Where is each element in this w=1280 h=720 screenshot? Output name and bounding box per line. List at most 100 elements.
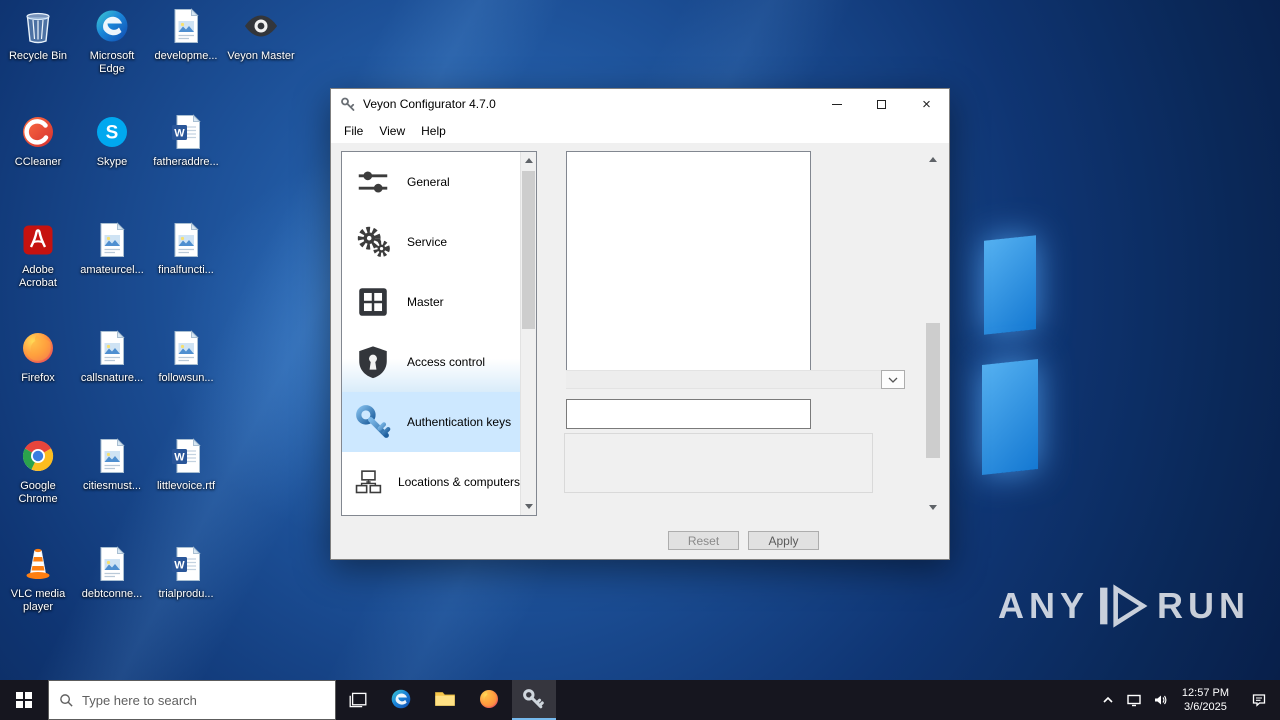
sidebar-item-general[interactable]: General <box>342 152 520 212</box>
menu-view[interactable]: View <box>371 121 413 141</box>
computers-icon <box>354 463 383 501</box>
search-input[interactable] <box>82 692 325 708</box>
desktop-icon-label: followsun... <box>158 372 214 384</box>
close-button[interactable]: × <box>904 89 949 119</box>
task-view-button[interactable] <box>336 680 380 720</box>
maximize-icon <box>877 99 886 109</box>
desktop-icon-label: fatheraddre... <box>153 156 219 168</box>
key-list-box[interactable] <box>566 151 811 371</box>
desktop-icon-google-chrome[interactable]: Google Chrome <box>1 436 75 506</box>
text-field[interactable] <box>566 399 811 429</box>
window-title: Veyon Configurator 4.7.0 <box>363 97 496 111</box>
desktop-icon-label: debtconne... <box>81 588 143 600</box>
action-center-button[interactable] <box>1238 680 1280 720</box>
word-icon: W <box>166 544 206 584</box>
firefox-icon <box>477 687 503 713</box>
chevron-up-icon <box>1103 696 1113 703</box>
taskbar-app-veyon-key[interactable] <box>512 680 556 720</box>
desktop-icon-finalfuncti[interactable]: finalfuncti... <box>149 220 223 277</box>
desktop-icon-label: developme... <box>154 50 218 62</box>
minimize-icon <box>831 103 842 105</box>
taskbar-clock[interactable]: 12:57 PM 3/6/2025 <box>1173 680 1238 720</box>
volume-tray-button[interactable] <box>1147 680 1173 720</box>
sidebar-items: General Service Master Access control Authen… <box>342 152 520 515</box>
desktop-icon-followsun[interactable]: followsun... <box>149 328 223 385</box>
sidebar-item-service[interactable]: Service <box>342 212 520 272</box>
settings-category-list[interactable]: General Service Master Access control Authen… <box>341 151 537 516</box>
desktop-icon-adobe-acrobat[interactable]: Adobe Acrobat <box>1 220 75 290</box>
scrollbar-down-arrow[interactable] <box>521 498 536 515</box>
scrollbar-track[interactable] <box>925 168 941 499</box>
chrome-icon <box>18 436 58 476</box>
reset-button[interactable]: Reset <box>668 531 739 550</box>
sidebar-item-master[interactable]: Master <box>342 272 520 332</box>
desktop-icon-fatheraddre[interactable]: Wfatheraddre... <box>149 112 223 169</box>
volume-icon <box>1154 695 1167 705</box>
desktop-icon-callsnature[interactable]: callsnature... <box>75 328 149 385</box>
svg-text:W: W <box>174 560 185 572</box>
menu-bar: File View Help <box>331 119 949 143</box>
maximize-button[interactable] <box>859 89 904 119</box>
scrollbar-up-arrow[interactable] <box>521 152 536 169</box>
desktop-icon-littlevoice-rtf[interactable]: Wlittlevoice.rtf <box>149 436 223 493</box>
desktop-icon-vlc-media-player[interactable]: VLC media player <box>1 544 75 614</box>
sidebar-item-label: Access control <box>407 355 486 369</box>
desktop-icon-ccleaner[interactable]: CCleaner <box>1 112 75 169</box>
start-button[interactable] <box>0 680 48 720</box>
sidebar-item-access-control[interactable]: Access control <box>342 332 520 392</box>
sidebar-scrollbar[interactable] <box>520 152 536 515</box>
dropdown-button[interactable] <box>881 370 905 389</box>
doc-icon <box>92 328 132 368</box>
taskbar-app-explorer[interactable] <box>424 680 468 720</box>
taskbar-search[interactable] <box>48 680 336 720</box>
explorer-icon <box>433 687 459 713</box>
desktop-icon-label: littlevoice.rtf <box>156 480 216 492</box>
scrollbar-track[interactable] <box>521 169 536 498</box>
sidebar-item-authentication-keys[interactable]: Authentication keys <box>342 392 520 452</box>
veyon-eye-icon <box>241 6 281 46</box>
desktop-icon-label: Firefox <box>21 372 55 384</box>
hidden-icons-chevron[interactable] <box>1095 680 1121 720</box>
menu-file[interactable]: File <box>336 121 371 141</box>
apply-button[interactable]: Apply <box>748 531 819 550</box>
recycle-bin-icon <box>18 6 58 46</box>
desktop-icon-recycle-bin[interactable]: Recycle Bin <box>1 6 75 63</box>
desktop-icon-skype[interactable]: S Skype <box>75 112 149 169</box>
desktop-icon-label: trialprodu... <box>158 588 214 600</box>
doc-icon <box>166 328 206 368</box>
desktop-icon-amateurcel[interactable]: amateurcel... <box>75 220 149 277</box>
scrollbar-up-arrow[interactable] <box>925 151 941 168</box>
key-icon <box>354 403 392 441</box>
sidebar-item-locations-computers[interactable]: Locations & computers <box>342 452 520 512</box>
combo-row <box>566 370 905 389</box>
word-icon: W <box>166 112 206 152</box>
windows-logo-icon <box>16 692 32 708</box>
taskbar-app-firefox[interactable] <box>468 680 512 720</box>
desktop-icon-developme[interactable]: developme... <box>149 6 223 63</box>
taskbar-app-edge[interactable] <box>380 680 424 720</box>
desktop-icon-debtconne[interactable]: debtconne... <box>75 544 149 601</box>
minimize-button[interactable] <box>814 89 859 119</box>
scrollbar-down-arrow[interactable] <box>925 499 941 516</box>
desktop-icon-trialprodu[interactable]: Wtrialprodu... <box>149 544 223 601</box>
acrobat-icon <box>18 220 58 260</box>
doc-icon <box>166 220 206 260</box>
titlebar[interactable]: Veyon Configurator 4.7.0 × <box>331 89 949 119</box>
chevron-down-icon <box>888 377 898 383</box>
scrollbar-thumb[interactable] <box>522 171 535 329</box>
clock-time: 12:57 PM <box>1181 687 1229 699</box>
desktop-icon-microsoft-edge[interactable]: Microsoft Edge <box>75 6 149 76</box>
scrollbar-thumb[interactable] <box>926 323 940 458</box>
desktop-icon-veyon-master[interactable]: Veyon Master <box>224 6 298 63</box>
desktop-icon-label: amateurcel... <box>80 264 144 276</box>
panel-scrollbar[interactable] <box>925 151 941 516</box>
desktop-icon-label: Veyon Master <box>227 50 295 62</box>
sidebar-item-label: Master <box>407 295 444 309</box>
display-tray-button[interactable] <box>1121 680 1147 720</box>
anyrun-logo-icon <box>1097 584 1149 628</box>
desktop-icon-firefox[interactable]: Firefox <box>1 328 75 385</box>
doc-icon <box>166 6 206 46</box>
wallpaper-window-logo-pane <box>984 235 1036 335</box>
menu-help[interactable]: Help <box>413 121 454 141</box>
desktop-icon-citiesmust[interactable]: citiesmust... <box>75 436 149 493</box>
